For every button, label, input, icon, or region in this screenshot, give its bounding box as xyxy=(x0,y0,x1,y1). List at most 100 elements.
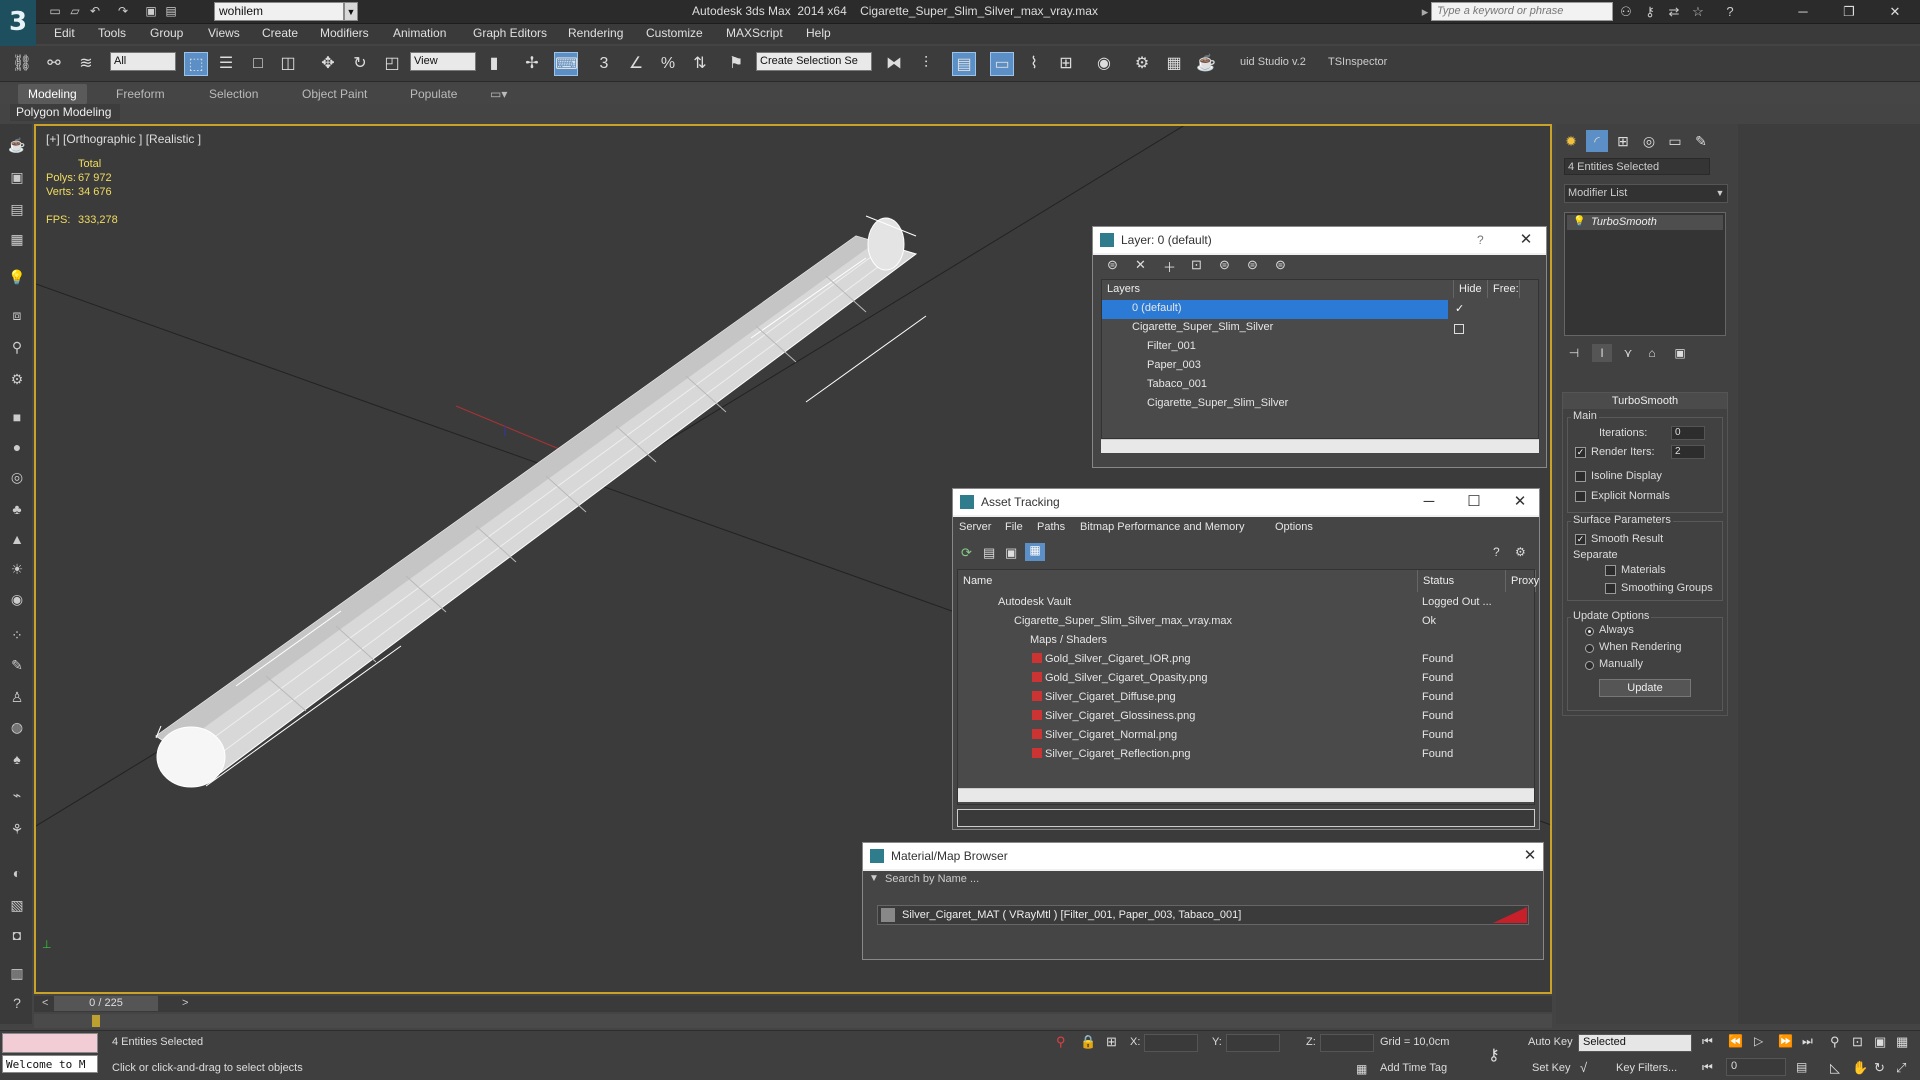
isolate-icon[interactable]: ⚲ xyxy=(1056,1034,1066,1050)
track-bar[interactable] xyxy=(34,1014,1552,1028)
edit-named-sets-icon[interactable]: ⚑ xyxy=(724,52,748,76)
thumbnail-view-icon[interactable]: ▣ xyxy=(1005,545,1017,561)
col-name[interactable]: Name xyxy=(958,570,1418,592)
asset-path-field[interactable] xyxy=(957,809,1535,827)
render-setup-icon[interactable]: ⚙ xyxy=(1130,52,1154,76)
col-proxy[interactable]: Proxy xyxy=(1506,570,1539,592)
select-by-name-icon[interactable]: ☰ xyxy=(214,52,238,76)
create-layer-icon[interactable]: ⊜ xyxy=(1107,257,1118,273)
sun-icon[interactable]: ☀ xyxy=(6,558,28,580)
lightbulb-icon[interactable]: 💡 xyxy=(1573,216,1585,227)
time-slider[interactable]: < 0 / 225 > xyxy=(34,996,1552,1012)
snaps-toggle-icon[interactable]: 3 xyxy=(592,52,616,76)
modify-tab-icon[interactable]: ◜ xyxy=(1586,130,1608,152)
key-icon[interactable]: ⚷ xyxy=(1488,1045,1500,1065)
set-key-button[interactable]: Set Key xyxy=(1532,1062,1571,1074)
torus-icon[interactable]: ◎ xyxy=(6,466,28,488)
link-icon[interactable]: ⛓ xyxy=(10,52,34,76)
menu-views[interactable]: Views xyxy=(208,26,240,40)
camera-icon[interactable]: ⧈ xyxy=(6,304,28,326)
key-icon[interactable]: ⚷ xyxy=(1640,3,1660,21)
select-manipulate-icon[interactable]: ✢ xyxy=(520,52,544,76)
maximize-icon[interactable]: ☐ xyxy=(1461,492,1487,512)
zoom-all-icon[interactable]: ⊡ xyxy=(1852,1034,1863,1050)
tangent-icon[interactable]: √ xyxy=(1580,1060,1587,1075)
menu-help[interactable]: Help xyxy=(806,26,831,40)
col-status[interactable]: Status xyxy=(1418,570,1506,592)
render-iters-spinner[interactable]: 2 xyxy=(1671,445,1705,459)
menu-paths[interactable]: Paths xyxy=(1037,521,1065,540)
asset-row-map[interactable]: Silver_Cigaret_Reflection.png Found xyxy=(958,746,1536,765)
cone-icon[interactable]: ▲ xyxy=(6,528,28,550)
close-icon[interactable]: ✕ xyxy=(1872,0,1918,24)
maxscript-listener-top[interactable] xyxy=(2,1033,98,1053)
reference-coord-select[interactable]: View xyxy=(410,52,476,71)
time-config-icon[interactable]: ▤ xyxy=(1796,1060,1807,1074)
tab-modeling[interactable]: Modeling xyxy=(18,84,87,104)
menu-tools[interactable]: Tools xyxy=(98,26,126,40)
curve-editor-icon[interactable]: ⌇ xyxy=(1022,52,1046,76)
undo-icon[interactable]: ↶ xyxy=(86,3,104,19)
asset-row-maps[interactable]: Maps / Shaders xyxy=(958,632,1536,651)
workspace-select[interactable]: wohilem xyxy=(214,2,344,21)
help-icon[interactable]: ? xyxy=(1493,545,1500,559)
orbit-icon[interactable]: ↻ xyxy=(1874,1060,1885,1076)
render-iters-checkbox[interactable]: ✓ xyxy=(1575,447,1586,458)
menu-graph-editors[interactable]: Graph Editors xyxy=(473,26,547,40)
table-view-icon[interactable]: ▦ xyxy=(1025,543,1045,561)
material-search-input[interactable]: Search by Name ... xyxy=(885,873,979,885)
asset-row-map[interactable]: Silver_Cigaret_Diffuse.png Found xyxy=(958,689,1536,708)
unlink-icon[interactable]: ⚯ xyxy=(42,52,66,76)
redo-icon[interactable]: ↷ xyxy=(114,3,132,19)
menu-group[interactable]: Group xyxy=(150,26,183,40)
viewport-label[interactable]: [+] [Orthographic ] [Realistic ] xyxy=(46,132,201,146)
x-coord-field[interactable] xyxy=(1144,1034,1198,1052)
menu-edit[interactable]: Edit xyxy=(54,26,75,40)
layer-row-filter[interactable]: Filter_001 xyxy=(1102,338,1241,357)
menu-animation[interactable]: Animation xyxy=(393,26,446,40)
make-unique-icon[interactable]: ⋎ xyxy=(1618,344,1638,362)
spacewarp-icon[interactable]: ⚙ xyxy=(6,368,28,390)
col-freeze[interactable]: Free: xyxy=(1488,280,1520,298)
grid-icon[interactable]: ▦ xyxy=(6,228,28,250)
selection-name-field[interactable]: 4 Entities Selected xyxy=(1564,158,1710,175)
isoline-checkbox[interactable] xyxy=(1575,471,1586,482)
plant-icon[interactable]: ♣ xyxy=(6,498,28,520)
help-button[interactable]: ? xyxy=(1477,233,1484,247)
close-icon[interactable]: ✕ xyxy=(1507,492,1533,512)
horizontal-scrollbar[interactable] xyxy=(1101,439,1539,453)
utilities-tab-icon[interactable]: ✎ xyxy=(1690,130,1712,152)
add-time-tag[interactable]: Add Time Tag xyxy=(1380,1062,1447,1074)
iterations-spinner[interactable]: 0 xyxy=(1671,426,1705,440)
horizontal-scrollbar[interactable] xyxy=(958,788,1534,802)
menu-bitmap-performance[interactable]: Bitmap Performance and Memory xyxy=(1080,521,1244,540)
layer-row-default[interactable]: 0 (default) xyxy=(1102,300,1448,319)
zoom-extents-all-icon[interactable]: ▦ xyxy=(1896,1034,1908,1050)
ball-icon[interactable]: ◉ xyxy=(6,588,28,610)
hide-all-icon[interactable]: ⊜ xyxy=(1247,257,1258,273)
particles-icon[interactable]: ⁘ xyxy=(6,624,28,646)
restore-icon[interactable]: ❐ xyxy=(1826,0,1872,24)
manually-radio[interactable] xyxy=(1585,661,1594,670)
menu-file[interactable]: File xyxy=(1005,521,1023,540)
display-tab-icon[interactable]: ▭ xyxy=(1664,130,1686,152)
go-to-end-icon[interactable]: ⏭ xyxy=(1802,1034,1813,1049)
angle-snap-icon[interactable]: ∠ xyxy=(624,52,648,76)
rect-selection-icon[interactable]: □ xyxy=(246,52,270,76)
chevron-down-icon[interactable]: ▼ xyxy=(344,2,358,21)
layer-row-object[interactable]: Cigarette_Super_Slim_Silver xyxy=(1102,395,1333,414)
layer-row-group[interactable]: Cigarette_Super_Slim_Silver xyxy=(1102,319,1303,338)
schematic-view-icon[interactable]: ⊞ xyxy=(1054,52,1078,76)
plugin-button-1[interactable]: uid Studio v.2 xyxy=(1240,56,1306,68)
cloth-icon[interactable]: ⚘ xyxy=(6,818,28,840)
asset-row-map[interactable]: Gold_Silver_Cigaret_IOR.png Found xyxy=(958,651,1536,670)
app-logo[interactable]: 3 xyxy=(0,0,36,46)
list-view-icon[interactable]: ▤ xyxy=(983,545,995,561)
search-input[interactable]: Type a keyword or phrase xyxy=(1431,2,1613,21)
select-object-icon[interactable]: ⬚ xyxy=(184,52,208,76)
prev-key-icon[interactable]: ⏪ xyxy=(1728,1034,1743,1048)
hair-icon[interactable]: ⌁ xyxy=(6,784,28,806)
key-filters-button[interactable]: Key Filters... xyxy=(1616,1062,1677,1074)
menu-modifiers[interactable]: Modifiers xyxy=(320,26,369,40)
z-coord-field[interactable] xyxy=(1320,1034,1374,1052)
